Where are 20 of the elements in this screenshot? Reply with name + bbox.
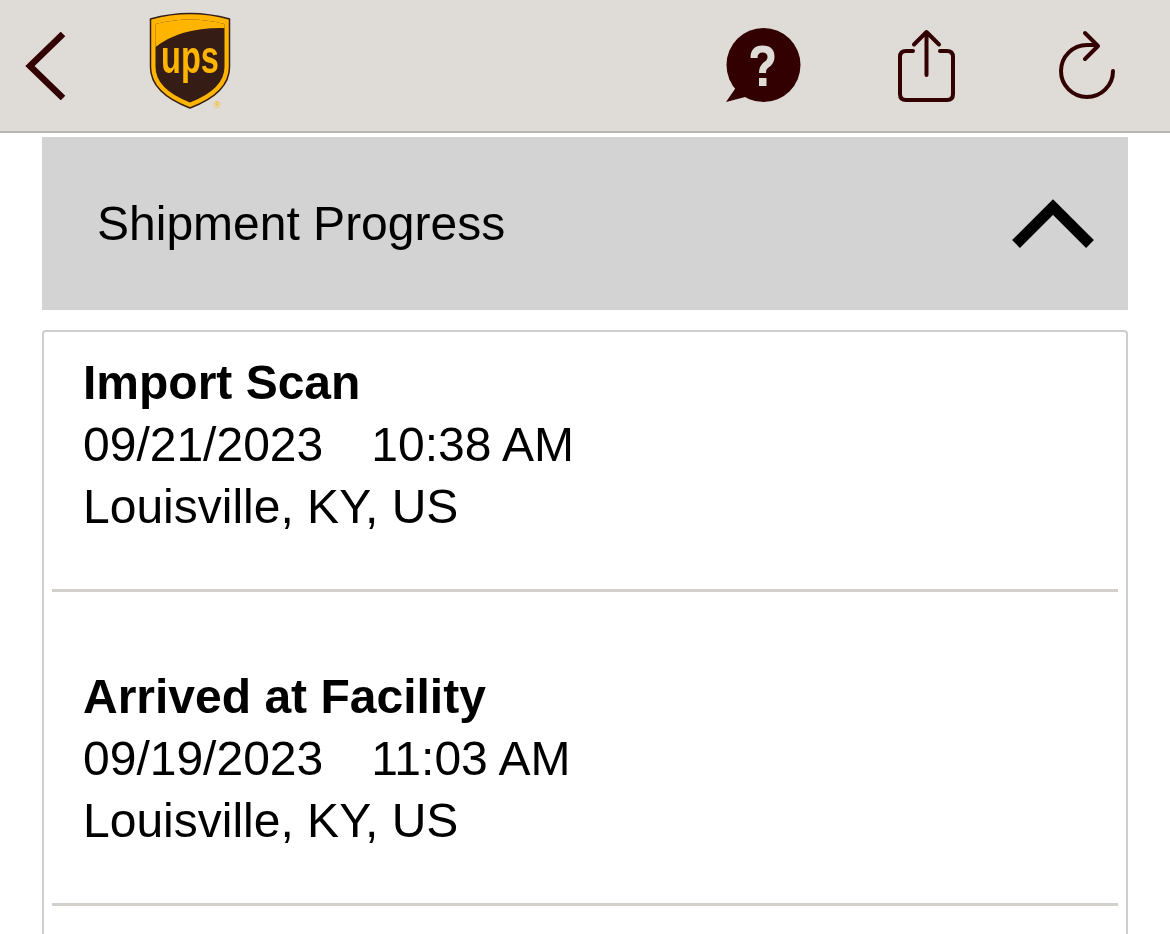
event-title: Arrived at Facility [83, 669, 487, 725]
event-title: Import Scan [83, 355, 362, 411]
back-button[interactable] [25, 31, 67, 100]
section-header[interactable]: Shipment Progress [42, 137, 1128, 310]
help-icon [725, 27, 801, 104]
registered-mark: ® [213, 99, 221, 110]
event-date: 09/19/2023 [83, 731, 324, 787]
chevron-left-icon [25, 31, 67, 100]
event-location: Louisville, KY, US [83, 479, 460, 535]
event-date: 09/21/2023 [83, 417, 324, 473]
share-button[interactable] [897, 28, 956, 103]
share-icon [897, 28, 956, 103]
event-time: 11:03 AM [371, 731, 571, 787]
logo-text: ups [161, 30, 233, 83]
event-time: 10:38 AM [371, 417, 575, 473]
section-title: Shipment Progress [97, 195, 506, 252]
event-location: Louisville, KY, US [83, 793, 460, 849]
refresh-button[interactable] [1057, 30, 1117, 101]
refresh-icon [1057, 30, 1117, 101]
help-button[interactable] [725, 27, 801, 104]
